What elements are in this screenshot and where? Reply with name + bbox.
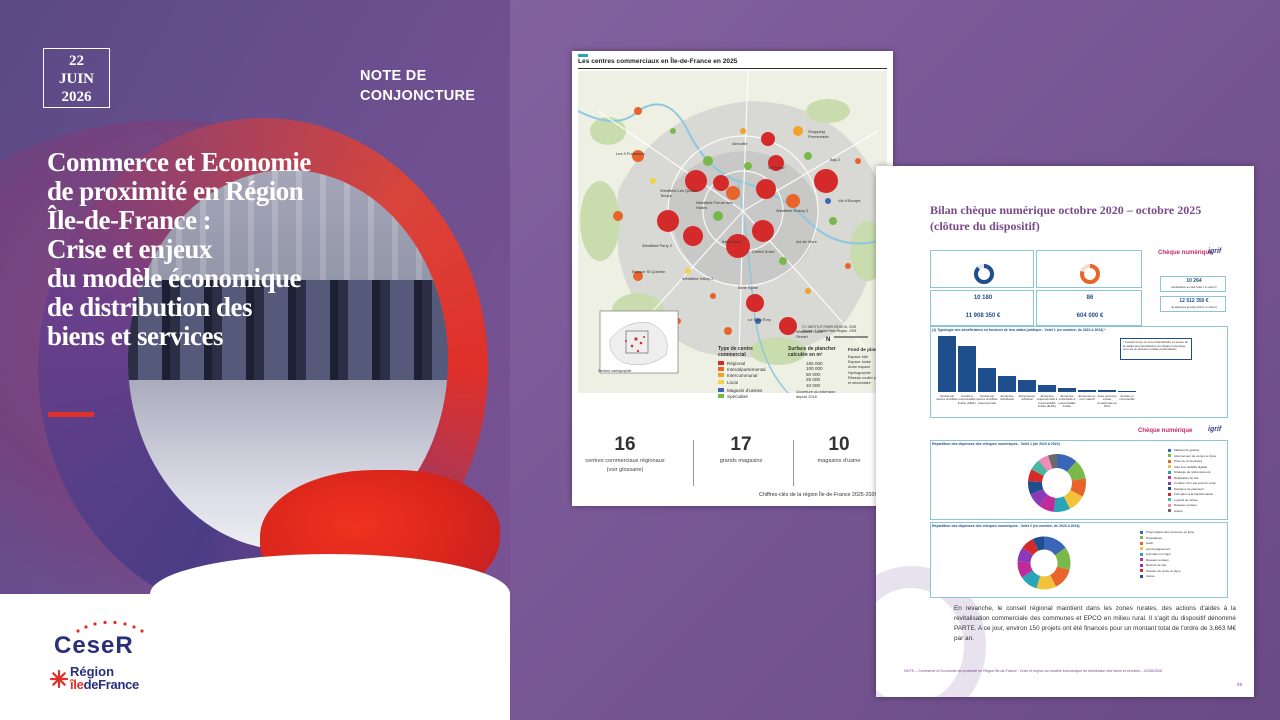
place-forum-halles: Westfield Forum des Halles	[696, 200, 733, 210]
map-svg: N	[578, 71, 886, 393]
note-de-conjoncture: NOTE DE CONJONCTURE	[360, 68, 476, 104]
bar	[1078, 389, 1096, 392]
bar-chart-title: (1) Typologie des bénéficiaires en fonct…	[932, 328, 1106, 332]
surface-legend: Surface de plancher calculée en m² 165 0…	[788, 346, 836, 399]
place-aeroville: Aéroville	[732, 141, 748, 146]
bilan-body-text: En revanche, le conseil régional maintie…	[954, 605, 1236, 642]
kpi-total-beneficiaires: 10 264 bénéficiaires au total (volet 1 e…	[1160, 276, 1226, 292]
date-day: 22	[69, 53, 84, 69]
bilan-page-number: 29	[1236, 682, 1242, 687]
bar-label: Société à responsabilité limitée (SARL)	[957, 394, 977, 405]
kpi-panel-volet1-values: 10 180 11 908 350 €	[930, 290, 1034, 326]
place-spot-evry: Le Spot Évry	[748, 317, 771, 322]
ceser-logo: CeseR	[54, 620, 164, 660]
place-3-fontaines: Les 3 Fontaines	[616, 151, 645, 156]
date-year: 2026	[61, 89, 92, 105]
igrif-logo: igrif	[1208, 248, 1222, 255]
date-month: JUIN	[58, 71, 94, 87]
red-accent-bar	[48, 412, 94, 417]
place-quatre-temps: Westfield Les Quatre Temps	[660, 188, 698, 198]
key-figures: 16 centres commerciaux régionaux (voir g…	[572, 434, 893, 489]
map-title: Les centres commerciaux en Île-de-France…	[578, 58, 738, 65]
bilan-page: Bilan chèque numérique octobre 2020 – oc…	[876, 166, 1254, 697]
map-page-footer: Chiffres-clés de la région Île-de-France…	[759, 492, 889, 498]
bilan-title: Bilan chèque numérique octobre 2020 – oc…	[930, 203, 1202, 233]
bar	[978, 368, 996, 392]
kpi-panel-volet1	[930, 250, 1034, 288]
stat-regional-centres: 16 centres commerciaux régionaux (voir g…	[585, 434, 665, 473]
cover-page: 22 JUIN 2026 NOTE DE CONJONCTURE Commerc…	[0, 0, 510, 720]
place-val-europe: Val d'Europe	[838, 198, 861, 203]
bar-label: Entrepreneur individuel	[1018, 394, 1036, 402]
bar	[1098, 390, 1116, 392]
place-rosny: Westfield Rosny 2	[776, 208, 809, 213]
map-page: Les centres commerciaux en Île-de-France…	[572, 51, 893, 506]
bar	[1018, 380, 1036, 392]
kpi-total-depenses: 12 512 350 € de dépenses au total (volet…	[1160, 296, 1226, 312]
place-italie-deux: Italie Deux	[722, 239, 741, 244]
bar	[1058, 388, 1076, 392]
region-star-icon	[50, 670, 68, 688]
bar-label: Société par actions simplifiée	[936, 394, 958, 402]
place-bay2: Bay 2	[830, 157, 841, 162]
date-box: 22 JUIN 2026	[43, 48, 110, 108]
inset-label: Secteur cartographié	[598, 369, 632, 373]
place-oparinor: O'Parinor	[768, 165, 785, 170]
donut2-title: Répartition des dépenses des chèques num…	[932, 524, 1080, 528]
donut-chart-volet1	[1028, 454, 1086, 512]
bar-label: Société par actions simplifiée uniperson…	[976, 394, 998, 405]
bar-label: Entreprise unipersonnelle à responsabili…	[1036, 394, 1058, 409]
donut1-title: Répartition des dépenses des chèques num…	[932, 442, 1060, 446]
donut-mini-orange	[1080, 264, 1100, 284]
donut-mini-blue	[974, 264, 994, 284]
place-parly: Westfield Parly 2	[642, 243, 672, 248]
place-shopping-promenade: Shopping Promenade	[808, 129, 829, 139]
bar-chart-note: * Il aurait conçu un cumul bénéficiaire …	[1120, 338, 1192, 360]
bar	[1038, 385, 1056, 392]
cover-title: Commerce et Economie de proximité en Rég…	[47, 147, 311, 351]
place-st-quentin: Espace St Quentin	[632, 269, 666, 274]
bar	[1118, 390, 1136, 392]
place-belle-epine: Belle Épine	[738, 285, 759, 290]
bilan-footer: NOTE – Commerce et Economie de proximité…	[904, 669, 1163, 673]
igrif-logo-2: igrif	[1208, 426, 1222, 433]
stat-grands-magasins: 17 grands magasins	[719, 434, 763, 464]
donut2-legend: Projet digital sans présence en ligne Pre…	[1140, 530, 1194, 580]
place-creteil: Créteil Soleil	[752, 249, 775, 254]
donut1-legend: Matériel de gestion Abonnement de ventes …	[1168, 448, 1216, 514]
donut-chart-volet2	[1017, 536, 1071, 590]
cheque-numerique-label-2: Chèque numérique	[1138, 428, 1193, 434]
bar	[998, 376, 1016, 392]
cheque-numerique-label: Chèque numérique	[1158, 250, 1213, 256]
map-source: © L'INSTITUT PARIS REGION, 2025 Source :…	[802, 325, 857, 333]
shopping-centres-map: N	[578, 71, 887, 393]
map-legend: Type de centre commercial Régional Inter…	[718, 346, 766, 400]
legend-item: Autres	[1168, 509, 1216, 515]
kpi-panel-volet2-values: 86 604 000 €	[1036, 290, 1142, 326]
place-art-de-vivre: Art de Vivre	[796, 239, 817, 244]
bar	[958, 346, 976, 392]
bar-label: Entreprise individuelle	[1000, 394, 1014, 402]
bar	[938, 336, 956, 392]
bar-label: Autre personne morale immatriculée au RC…	[1097, 394, 1117, 409]
place-velizy: Westfield Vélizy 2	[682, 276, 714, 281]
bar-label: Société en commandite	[1119, 394, 1135, 402]
legend-item: Autres	[1140, 574, 1194, 580]
bar-label: Entreprise individuelle à responsabilité…	[1058, 394, 1076, 409]
region-idf-logo: Région îledeFrance	[50, 664, 170, 698]
bar-label: Entreprise en nom collectif	[1078, 394, 1096, 402]
kpi-panel-volet2	[1036, 250, 1142, 288]
